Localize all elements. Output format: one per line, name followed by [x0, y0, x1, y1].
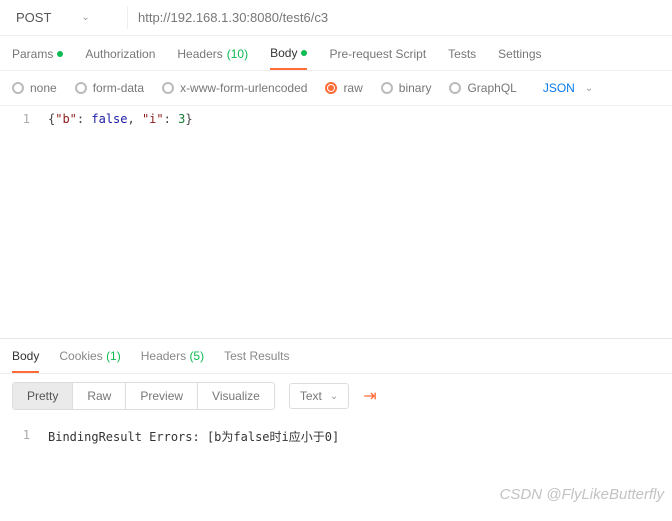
radio-none[interactable]: none — [12, 81, 57, 95]
btn-visualize[interactable]: Visualize — [198, 383, 274, 409]
tab-authorization[interactable]: Authorization — [85, 46, 155, 70]
radio-raw[interactable]: raw — [325, 81, 362, 95]
dot-indicator-icon — [301, 50, 307, 56]
response-body: 1 BindingResult Errors: [b为false时i应小于0] — [0, 418, 672, 451]
code-line: {"b": false, "i": 3} — [48, 112, 664, 126]
radio-icon — [12, 82, 24, 94]
request-tabs: Params Authorization Headers (10) Body P… — [0, 36, 672, 71]
rtab-body[interactable]: Body — [12, 349, 39, 373]
chevron-down-icon: ⌄ — [330, 391, 338, 402]
dot-indicator-icon — [57, 51, 63, 57]
http-method-value: POST — [16, 10, 51, 25]
body-format-select[interactable]: JSON⌄ — [543, 81, 593, 95]
chevron-down-icon: ⌄ — [585, 83, 593, 94]
radio-icon — [75, 82, 87, 94]
http-method-select[interactable]: POST ⌄ — [8, 6, 128, 29]
editor-gutter: 1 — [0, 106, 40, 338]
tab-prerequest[interactable]: Pre-request Script — [329, 46, 426, 70]
body-type-row: none form-data x-www-form-urlencoded raw… — [0, 71, 672, 106]
tab-body[interactable]: Body — [270, 46, 307, 70]
radio-icon — [381, 82, 393, 94]
tab-tests[interactable]: Tests — [448, 46, 476, 70]
rtab-headers[interactable]: Headers (5) — [141, 349, 204, 373]
radio-icon — [449, 82, 461, 94]
response-controls: Pretty Raw Preview Visualize Text⌄ ⇥ — [0, 373, 672, 418]
response-gutter: 1 — [0, 422, 40, 451]
radio-graphql[interactable]: GraphQL — [449, 81, 516, 95]
request-bar: POST ⌄ — [0, 0, 672, 36]
response-text[interactable]: BindingResult Errors: [b为false时i应小于0] — [40, 422, 672, 451]
radio-icon — [162, 82, 174, 94]
rtab-cookies[interactable]: Cookies (1) — [59, 349, 120, 373]
line-number: 1 — [6, 428, 30, 442]
tab-params[interactable]: Params — [12, 46, 63, 70]
request-body-editor[interactable]: 1 {"b": false, "i": 3} — [0, 106, 672, 338]
chevron-down-icon: ⌄ — [81, 12, 89, 23]
wrap-lines-icon[interactable]: ⇥ — [363, 386, 376, 406]
view-mode-group: Pretty Raw Preview Visualize — [12, 382, 275, 410]
tab-headers[interactable]: Headers (10) — [177, 46, 248, 70]
url-input[interactable] — [128, 4, 664, 31]
radio-formdata[interactable]: form-data — [75, 81, 144, 95]
radio-binary[interactable]: binary — [381, 81, 432, 95]
btn-pretty[interactable]: Pretty — [13, 383, 73, 409]
radio-checked-icon — [325, 82, 337, 94]
btn-raw[interactable]: Raw — [73, 383, 126, 409]
btn-preview[interactable]: Preview — [126, 383, 198, 409]
response-format-select[interactable]: Text⌄ — [289, 383, 349, 409]
radio-urlencoded[interactable]: x-www-form-urlencoded — [162, 81, 307, 95]
rtab-testresults[interactable]: Test Results — [224, 349, 289, 373]
response-tabs: Body Cookies (1) Headers (5) Test Result… — [0, 338, 672, 373]
tab-settings[interactable]: Settings — [498, 46, 541, 70]
line-number: 1 — [6, 112, 30, 126]
editor-content[interactable]: {"b": false, "i": 3} — [40, 106, 672, 338]
watermark: CSDN @FlyLikeButterfly — [500, 486, 664, 503]
